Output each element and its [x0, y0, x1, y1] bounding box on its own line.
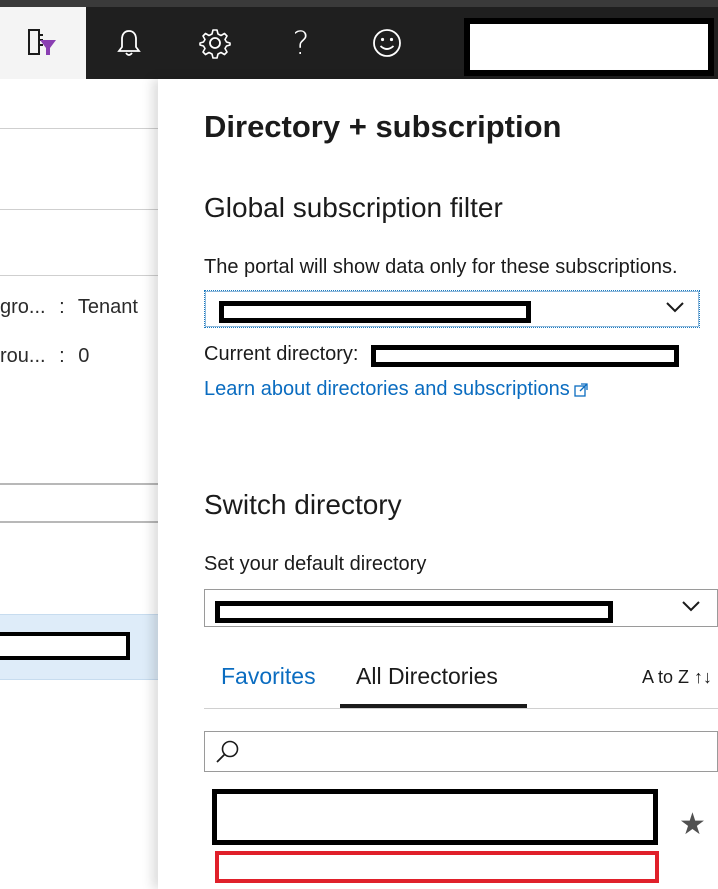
property-value: Tenant: [77, 296, 138, 318]
feedback-button[interactable]: [344, 7, 430, 79]
divider: [0, 128, 158, 129]
directory-filter-icon: [26, 28, 60, 58]
help-button[interactable]: ?: [258, 7, 344, 79]
account-menu-redacted[interactable]: [464, 18, 714, 76]
learn-directories-link[interactable]: Learn about directories and subscription…: [204, 378, 588, 403]
current-directory-redacted: [371, 345, 679, 367]
global-filter-description: The portal will show data only for these…: [204, 256, 678, 278]
chevron-down-icon: [681, 599, 701, 618]
directory-list-item[interactable]: ★: [204, 781, 718, 889]
property-row: gro... : Tenant: [0, 296, 138, 319]
gear-icon: [199, 27, 231, 59]
current-directory-label: Current directory:: [204, 343, 359, 365]
settings-button[interactable]: [172, 7, 258, 79]
smiley-icon: [371, 27, 403, 59]
tab-favorites[interactable]: Favorites: [221, 663, 316, 690]
sort-toggle[interactable]: A to Z ↑↓: [642, 667, 712, 688]
directory-domain-redacted: [215, 851, 659, 883]
switch-directory-heading: Switch directory: [204, 489, 402, 520]
learn-link-label: Learn about directories and subscription…: [204, 378, 570, 400]
help-icon: ?: [292, 24, 310, 62]
property-row: rou... : 0: [0, 345, 89, 368]
directory-tabs: Favorites All Directories A to Z ↑↓: [204, 657, 718, 709]
search-icon: [215, 739, 241, 770]
directory-search-box[interactable]: [204, 731, 718, 772]
directory-search-input[interactable]: [245, 736, 709, 768]
property-label: gro...: [0, 296, 46, 318]
selected-row-redacted: [0, 632, 130, 660]
top-bar: ?: [0, 0, 718, 79]
directory-name-redacted: [212, 789, 658, 845]
divider: [204, 708, 718, 709]
panel-title: Directory + subscription: [204, 109, 562, 144]
property-separator: :: [59, 296, 65, 318]
tab-all-directories[interactable]: All Directories: [356, 663, 498, 690]
divider: [0, 521, 158, 523]
chevron-down-icon: [665, 300, 685, 319]
property-value: 0: [78, 345, 90, 367]
property-label: rou...: [0, 345, 46, 367]
divider: [0, 209, 158, 210]
default-directory-redacted: [215, 601, 613, 623]
background-blade: gro... : Tenant rou... : 0: [0, 79, 158, 889]
property-separator: :: [59, 345, 65, 367]
default-directory-label: Set your default directory: [204, 553, 427, 575]
notifications-button[interactable]: [86, 7, 172, 79]
divider: [0, 275, 158, 276]
directory-filter-button[interactable]: [0, 7, 86, 79]
subscription-value-redacted: [219, 301, 531, 323]
subscription-filter-dropdown[interactable]: [204, 290, 700, 328]
external-link-icon: [574, 380, 588, 403]
global-filter-heading: Global subscription filter: [204, 192, 503, 223]
star-icon[interactable]: ★: [679, 807, 706, 842]
divider: [0, 483, 158, 485]
directory-subscription-panel: Directory + subscription Global subscrip…: [158, 79, 718, 889]
default-directory-dropdown[interactable]: [204, 589, 718, 627]
bell-icon: [116, 28, 142, 58]
